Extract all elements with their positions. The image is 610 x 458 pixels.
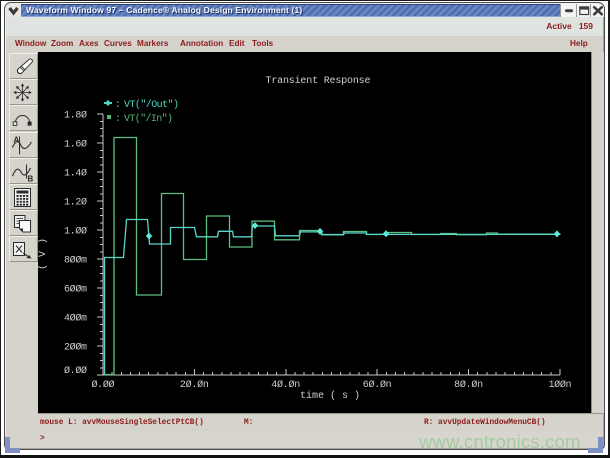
svg-text::: : (115, 100, 121, 111)
svg-text:Ø.ØØ: Ø.ØØ (64, 365, 87, 377)
svg-text:4Ø.Øn: 4Ø.Øn (271, 379, 300, 391)
svg-text::: : (115, 114, 121, 125)
svg-text:Ø.ØØ: Ø.ØØ (92, 379, 115, 391)
svg-text:1.4Ø: 1.4Ø (64, 168, 87, 180)
svg-text:8ØØm: 8ØØm (64, 255, 87, 267)
svg-text:VT("/Out"): VT("/Out") (124, 99, 179, 111)
svg-text:Transient Response: Transient Response (266, 75, 371, 87)
svg-text:1.ØØ: 1.ØØ (64, 226, 87, 238)
svg-text:2Ø.Øn: 2Ø.Øn (180, 379, 209, 391)
svg-text:B: B (28, 175, 34, 184)
svg-text:VT("/In"): VT("/In") (124, 113, 173, 125)
svg-text:2ØØm: 2ØØm (64, 342, 87, 354)
svg-text:1.2Ø: 1.2Ø (64, 197, 87, 209)
svg-text:4ØØm: 4ØØm (64, 313, 87, 325)
svg-text:1.6Ø: 1.6Ø (64, 139, 87, 151)
svg-text:1.8Ø: 1.8Ø (64, 110, 87, 122)
svg-text:8Ø.Øn: 8Ø.Øn (454, 379, 483, 391)
svg-text:6Ø.Øn: 6Ø.Øn (363, 379, 392, 391)
svg-text:( V ): ( V ) (38, 238, 49, 270)
svg-text:1ØØn: 1ØØn (549, 379, 572, 391)
svg-text:6ØØm: 6ØØm (64, 284, 87, 296)
svg-text:time ( s ): time ( s ) (300, 390, 360, 402)
